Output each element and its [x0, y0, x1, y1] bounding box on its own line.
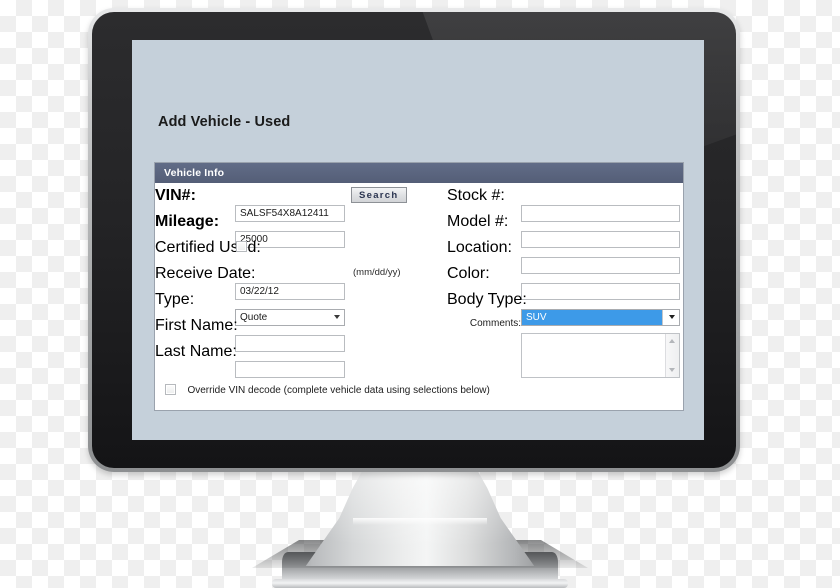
override-vin-decode-row: Override VIN decode (complete vehicle da…: [165, 380, 490, 398]
certified-used-checkbox[interactable]: [236, 241, 247, 252]
form-row-certified-used: Certified Used:: [155, 239, 447, 261]
form-row-color: Color:: [447, 265, 683, 300]
model-label: Model #:: [447, 213, 509, 230]
type-label: Type:: [155, 291, 195, 308]
form-row-first-name: First Name:: [155, 317, 447, 352]
receive-date-label: Receive Date:: [155, 265, 256, 282]
panel-header-vehicle-info: Vehicle Info: [155, 163, 683, 183]
form-row-stock: Stock #:: [447, 187, 683, 222]
form-row-receive-date: Receive Date: 03/22/12 (mm/dd/yy): [155, 265, 447, 300]
stock-label: Stock #:: [447, 187, 505, 204]
scroll-up-icon[interactable]: [669, 339, 675, 343]
panel-body: VIN#: SALSF54X8A12411 Search Mileage: 25…: [155, 183, 683, 410]
form-row-type: Type: Quote: [155, 291, 447, 326]
form-row-location: Location:: [447, 239, 683, 274]
color-label: Color:: [447, 265, 490, 282]
chevron-down-icon: [669, 315, 675, 319]
comments-label: Comments:: [469, 318, 521, 329]
comments-textarea[interactable]: [521, 333, 680, 378]
form-column-left: VIN#: SALSF54X8A12411 Search Mileage: 25…: [155, 183, 447, 378]
body-type-label: Body Type:: [447, 291, 527, 308]
first-name-label: First Name:: [155, 317, 238, 334]
last-name-input[interactable]: [235, 361, 345, 378]
form-row-last-name: Last Name:: [155, 343, 447, 378]
monitor-screen: Add Vehicle - Used Vehicle Info VIN#: SA…: [132, 40, 704, 440]
override-vin-decode-label: Override VIN decode (complete vehicle da…: [187, 385, 490, 396]
mileage-label: Mileage:: [155, 213, 220, 230]
monitor-bezel: Add Vehicle - Used Vehicle Info VIN#: SA…: [92, 12, 736, 468]
form-row-comments: Comments:: [447, 317, 683, 379]
override-vin-decode-checkbox[interactable]: [165, 384, 176, 395]
search-button[interactable]: Search: [351, 187, 407, 203]
computer-monitor: Add Vehicle - Used Vehicle Info VIN#: SA…: [88, 8, 740, 472]
scroll-down-icon[interactable]: [669, 368, 675, 372]
last-name-label: Last Name:: [155, 343, 237, 360]
vin-label: VIN#:: [155, 187, 196, 204]
form-row-model: Model #:: [447, 213, 683, 248]
form-row-vin: VIN#: SALSF54X8A12411 Search: [155, 187, 447, 222]
form-row-body-type: Body Type: SUV: [447, 291, 683, 326]
date-format-hint: (mm/dd/yy): [353, 267, 401, 278]
form-row-mileage: Mileage: 25000: [155, 213, 447, 248]
form-column-right: Stock #: Model #: Location: Color: Body …: [447, 183, 683, 379]
vehicle-info-panel: Vehicle Info VIN#: SALSF54X8A12411 Searc…: [154, 162, 684, 411]
page-title: Add Vehicle - Used: [158, 114, 291, 130]
location-label: Location:: [447, 239, 512, 256]
comments-scrollbar[interactable]: [665, 334, 679, 377]
